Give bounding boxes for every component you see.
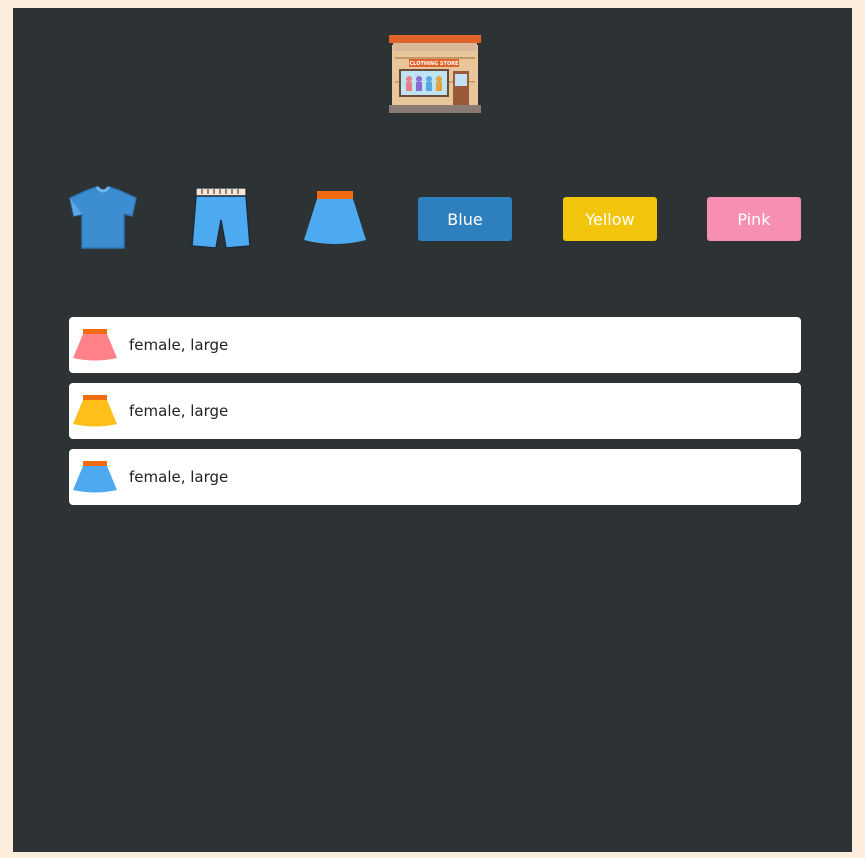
shorts-icon[interactable] (184, 186, 258, 252)
tshirt-icon[interactable] (66, 186, 140, 252)
clothing-store-icon: CLOTHING STORE (389, 35, 481, 114)
skirt-icon (73, 461, 117, 493)
list-item[interactable]: female, large (69, 449, 801, 505)
skirt-icon (73, 395, 117, 427)
blue-filter-button[interactable]: Blue (418, 197, 512, 241)
skirt-icon[interactable] (298, 186, 372, 252)
svg-text:CLOTHING STORE: CLOTHING STORE (410, 61, 460, 67)
item-description: female, large (129, 336, 229, 354)
app-panel: CLOTHING STORE Blue Yellow Pink female, … (13, 8, 852, 852)
list-item[interactable]: female, large (69, 317, 801, 373)
item-description: female, large (129, 468, 229, 486)
item-description: female, large (129, 402, 229, 420)
results-list: female, large female, large female, larg… (69, 317, 801, 515)
pink-filter-button[interactable]: Pink (707, 197, 801, 241)
list-item[interactable]: female, large (69, 383, 801, 439)
skirt-icon (73, 329, 117, 361)
yellow-filter-button[interactable]: Yellow (563, 197, 657, 241)
